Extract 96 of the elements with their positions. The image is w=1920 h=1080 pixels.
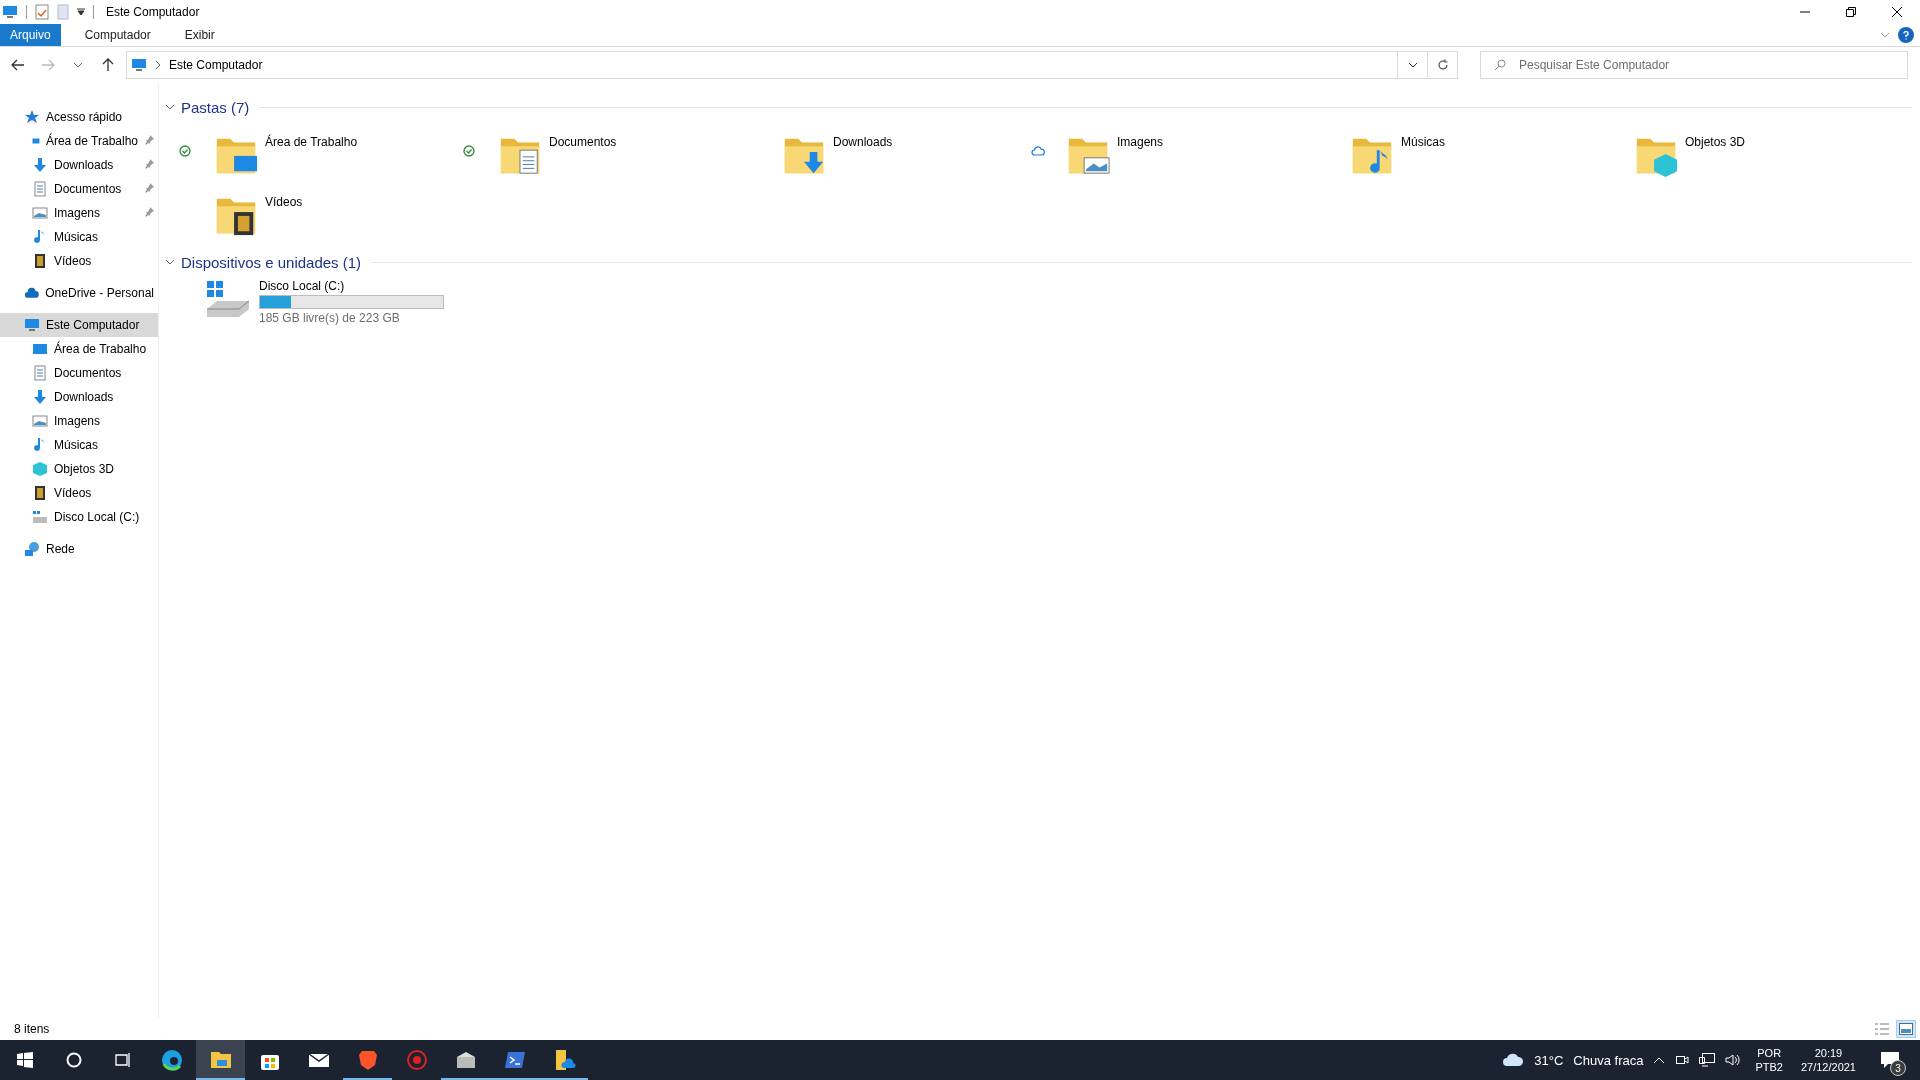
network-icon xyxy=(24,541,40,557)
folder-name[interactable]: Downloads xyxy=(833,135,893,149)
language-indicator[interactable]: POR PTB2 xyxy=(1751,1047,1787,1073)
refresh-icon xyxy=(1436,59,1449,71)
sidebar-item[interactable]: Downloads xyxy=(0,153,158,177)
large-icons-view-button[interactable] xyxy=(1896,1020,1916,1038)
sidebar-item[interactable]: Vídeos xyxy=(0,249,158,273)
free-space-text: 185 GB livre(s) de 223 GB xyxy=(259,311,401,325)
drive-icon xyxy=(32,509,48,525)
ribbon-tab[interactable]: Exibir xyxy=(174,24,225,46)
sidebar-item[interactable]: Imagens xyxy=(0,409,158,433)
sidebar-item[interactable]: Área de Trabalho xyxy=(0,337,158,361)
camera-icon[interactable] xyxy=(1675,1053,1690,1067)
picture-icon xyxy=(32,413,48,429)
monitor-icon xyxy=(131,57,147,73)
ribbon-tab[interactable]: Arquivo xyxy=(0,24,61,46)
sidebar-item[interactable]: Área de Trabalho xyxy=(0,129,158,153)
sidebar-item[interactable]: Documentos xyxy=(0,177,158,201)
drive-name[interactable]: Disco Local (C:) xyxy=(259,279,444,293)
sidebar-item[interactable]: Imagens xyxy=(0,201,158,225)
task-view-icon xyxy=(114,1052,131,1068)
speaker-icon[interactable] xyxy=(1725,1053,1742,1067)
cloud-icon xyxy=(1502,1052,1525,1068)
sidebar-item[interactable]: Rede xyxy=(0,537,158,561)
window-title: Este Computador xyxy=(106,5,200,19)
sidebar-item[interactable]: Acesso rápido xyxy=(0,105,158,129)
section-header[interactable]: Dispositivos e unidades (1) xyxy=(165,251,1912,273)
sidebar-item[interactable]: Músicas xyxy=(0,225,158,249)
up-arrow-icon xyxy=(102,58,114,72)
film-icon xyxy=(32,485,48,501)
chevron-icon xyxy=(165,257,175,267)
temperature[interactable]: 31°C xyxy=(1534,1052,1564,1068)
cloud-icon xyxy=(24,285,40,301)
check-circle-icon xyxy=(179,145,191,157)
search-icon xyxy=(1494,59,1506,71)
circle-icon xyxy=(65,1052,82,1068)
right-arrow-icon xyxy=(41,59,55,71)
chevron-down-icon xyxy=(1407,60,1418,70)
notification-count: 3 xyxy=(1890,1060,1906,1076)
search-field[interactable]: Pesquisar Este Computador xyxy=(1480,51,1908,79)
sidebar-item[interactable]: OneDrive - Personal xyxy=(0,281,158,305)
pin-icon xyxy=(144,159,154,169)
film-icon xyxy=(32,253,48,269)
windows-logo-icon xyxy=(16,1052,33,1068)
monitor-icon xyxy=(2,4,18,20)
section-header[interactable]: Pastas (7) xyxy=(165,96,1912,118)
dropdown-arrow-icon[interactable] xyxy=(77,8,85,16)
sidebar-item[interactable]: Vídeos xyxy=(0,481,158,505)
download-arrow-icon xyxy=(32,157,48,173)
network-icon[interactable] xyxy=(1699,1053,1716,1067)
checkmark-document-icon[interactable] xyxy=(35,4,49,20)
sidebar-item[interactable]: Músicas xyxy=(0,433,158,457)
taskbar-app[interactable] xyxy=(196,1040,245,1080)
breadcrumb-item[interactable]: Este Computador xyxy=(169,58,263,72)
check-circle-icon xyxy=(463,145,475,157)
help-icon[interactable] xyxy=(1898,27,1914,43)
folder-name[interactable]: Objetos 3D xyxy=(1685,135,1746,149)
address-bar[interactable]: Este Computador xyxy=(126,51,1458,79)
item-count: 8 itens xyxy=(14,1022,50,1036)
pin-icon xyxy=(144,207,154,217)
chevron-icon xyxy=(165,102,175,112)
folder-name[interactable]: Área de Trabalho xyxy=(265,135,358,149)
folder-name[interactable]: Documentos xyxy=(549,135,617,149)
left-arrow-icon xyxy=(11,59,25,71)
cube-icon xyxy=(32,461,48,477)
download-arrow-icon xyxy=(32,389,48,405)
pin-icon xyxy=(144,135,154,145)
picture-icon xyxy=(1899,1023,1913,1035)
sidebar-item[interactable]: Disco Local (C:) xyxy=(0,505,158,529)
clock[interactable]: 20:19 27/12/2021 xyxy=(1796,1047,1860,1073)
star-icon xyxy=(24,109,40,125)
edge-icon xyxy=(159,1048,184,1072)
expand-ribbon-icon xyxy=(1880,30,1890,40)
pin-icon xyxy=(144,183,154,193)
ribbon-tab[interactable]: Computador xyxy=(74,24,161,46)
sidebar-item[interactable]: Objetos 3D xyxy=(0,457,158,481)
sidebar-item[interactable]: Este Computador xyxy=(0,313,158,337)
folder-name[interactable]: Imagens xyxy=(1117,135,1164,149)
chevron-up-icon[interactable] xyxy=(1653,1056,1666,1064)
restore-icon xyxy=(1846,7,1856,17)
chevron-down-icon xyxy=(73,60,83,70)
cloud-icon xyxy=(1031,146,1045,156)
weather-condition[interactable]: Chuva fraca xyxy=(1573,1052,1644,1068)
notifications-button[interactable]: 3 xyxy=(1870,1040,1910,1080)
breadcrumb-separator-icon xyxy=(153,60,163,70)
picture-icon xyxy=(32,205,48,221)
monitor-icon xyxy=(24,317,40,333)
document-icon xyxy=(32,365,48,381)
folder-name[interactable]: Vídeos xyxy=(265,195,303,209)
monitor-icon xyxy=(32,341,48,357)
close-icon xyxy=(1892,7,1902,17)
list-icon xyxy=(1875,1023,1889,1035)
sidebar-item[interactable]: Documentos xyxy=(0,361,158,385)
sidebar-item[interactable]: Downloads xyxy=(0,385,158,409)
folder-name[interactable]: Músicas xyxy=(1401,135,1445,149)
document-icon xyxy=(32,181,48,197)
